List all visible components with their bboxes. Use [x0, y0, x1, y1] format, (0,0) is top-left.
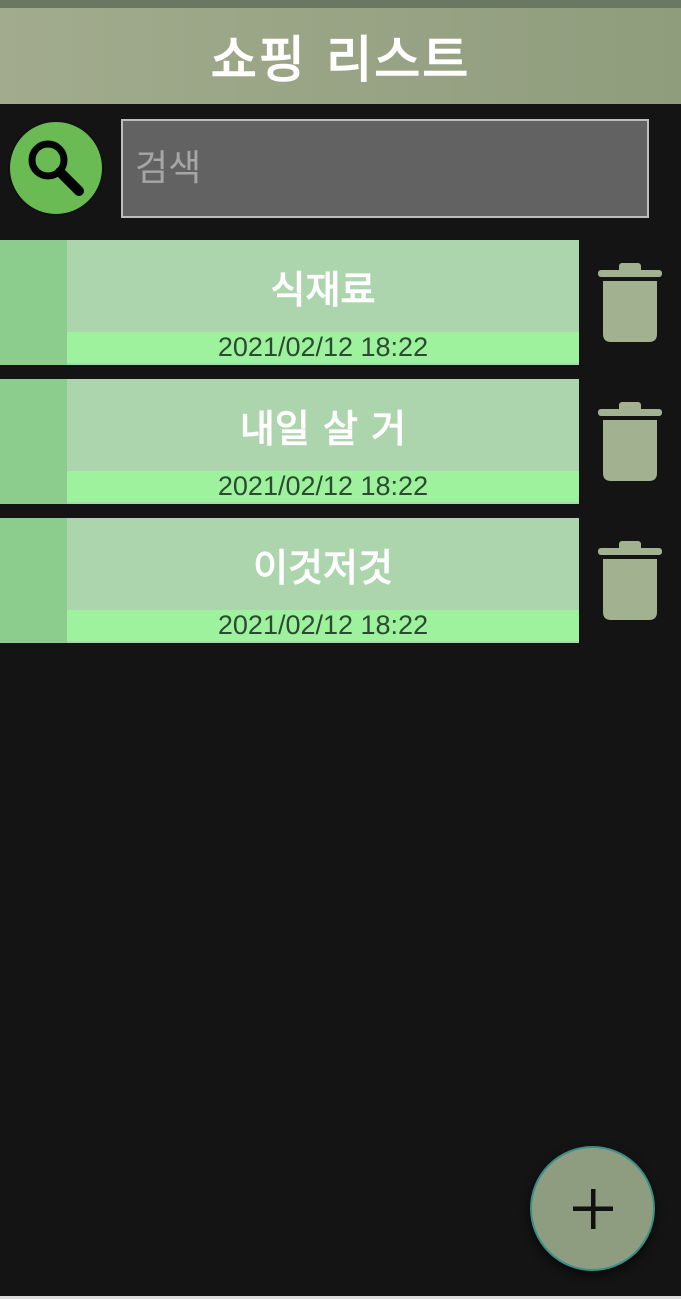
list-item-stripe [0, 518, 67, 643]
list-item-card[interactable]: 내일 살 거 2021/02/12 18:22 [0, 379, 579, 504]
list-item-card[interactable]: 식재료 2021/02/12 18:22 [0, 240, 579, 365]
search-icon [28, 140, 84, 196]
list-item-date: 2021/02/12 18:22 [67, 332, 579, 363]
list-item: 이것저것 2021/02/12 18:22 [0, 518, 681, 643]
list-item: 내일 살 거 2021/02/12 18:22 [0, 379, 681, 504]
list-item: 식재료 2021/02/12 18:22 [0, 240, 681, 365]
list-item-card[interactable]: 이것저것 2021/02/12 18:22 [0, 518, 579, 643]
page-title: 쇼핑 리스트 [210, 31, 471, 89]
shopping-list: 식재료 2021/02/12 18:22 내일 살 거 2021/02/12 1… [0, 240, 681, 657]
list-item-title: 내일 살 거 [239, 406, 407, 451]
status-bar [0, 0, 681, 8]
list-item-date: 2021/02/12 18:22 [67, 471, 579, 502]
search-button[interactable] [8, 120, 104, 216]
trash-icon[interactable] [598, 540, 662, 620]
list-item-date: 2021/02/12 18:22 [67, 610, 579, 641]
list-item-stripe [0, 240, 67, 365]
trash-icon[interactable] [598, 401, 662, 481]
list-item-stripe [0, 379, 67, 504]
search-input[interactable] [121, 119, 649, 218]
list-item-title: 이것저것 [253, 545, 393, 590]
trash-icon[interactable] [598, 262, 662, 342]
app-bar: 쇼핑 리스트 [0, 8, 681, 104]
plus-icon [573, 1189, 613, 1229]
list-item-title: 식재료 [270, 267, 376, 312]
add-button[interactable] [530, 1146, 655, 1271]
